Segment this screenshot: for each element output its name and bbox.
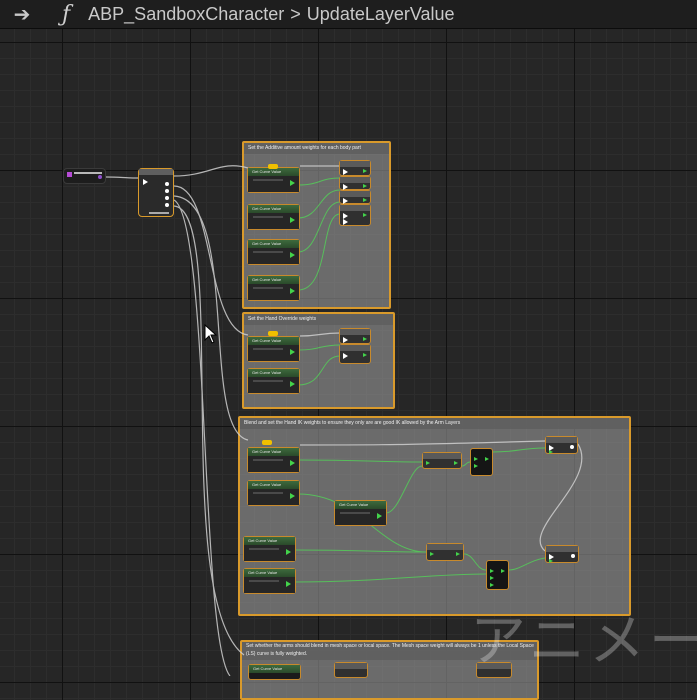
exec-wire [173,165,249,177]
breadcrumb-blueprint[interactable]: ABP_SandboxCharacter [88,4,284,25]
reroute-node[interactable] [262,440,272,445]
float-output-pin[interactable] [286,581,291,587]
set-variable-node[interactable] [339,328,371,344]
get-curve-value-node[interactable]: Get Curve Value [247,275,300,301]
float-output-pin[interactable] [290,349,295,355]
reroute-node[interactable] [268,331,278,336]
float-output-pin[interactable] [290,180,295,186]
function-icon: ƒ [62,1,71,27]
clamp-node[interactable] [486,560,509,590]
exec-out-pin[interactable] [165,196,169,200]
float-output-pin[interactable] [290,493,295,499]
watermark-text: アニメー [470,609,697,674]
float-output-pin[interactable] [286,549,291,555]
sequence-header [139,169,173,175]
multiply-node[interactable] [422,452,462,469]
exec-out-pin[interactable] [165,203,169,207]
comment-title: Blend and set the Hand IK weights to ens… [240,418,629,429]
mouse-cursor-icon [204,324,218,344]
sequence-node[interactable] [138,168,174,217]
set-variable-node[interactable] [339,204,371,226]
add-pin-label[interactable] [149,212,169,214]
breadcrumb-function[interactable]: UpdateLayerValue [307,4,455,25]
float-output-pin[interactable] [290,460,295,466]
exec-wire [173,199,231,676]
exec-out-pin[interactable] [165,182,169,186]
comment-title: Set the Additive amount weights for each… [244,143,389,154]
get-curve-value-node[interactable]: Get Curve Value [247,447,300,473]
get-curve-value-node[interactable]: Get Curve Value [247,336,300,362]
float-output-pin[interactable] [290,288,295,294]
set-variable-node[interactable] [545,436,578,454]
breadcrumb-separator-icon: > [290,3,301,24]
float-output-pin[interactable] [290,252,295,258]
variable-label [74,172,102,174]
multiply-node[interactable] [426,543,464,561]
clamp-node[interactable] [470,448,493,476]
set-variable-node[interactable] [339,160,371,176]
set-variable-node[interactable] [339,190,371,204]
exec-wire [105,176,139,179]
arrow-right-icon[interactable]: ➔ [0,3,44,26]
get-curve-value-node[interactable]: Get Curve Value [247,167,300,193]
exec-out-pin[interactable] [165,189,169,193]
get-variable-node[interactable] [63,168,106,184]
exec-wire [173,205,245,656]
get-curve-value-node[interactable]: Get Curve Value [248,664,301,680]
float-output-pin[interactable] [290,217,295,223]
get-curve-value-node[interactable]: Get Curve Value [334,500,387,526]
set-variable-node[interactable] [339,176,371,190]
set-variable-node[interactable] [545,545,579,563]
exec-wire [173,195,249,441]
exec-wire [173,185,249,336]
get-curve-value-node[interactable]: Get Curve Value [243,568,296,594]
output-pin[interactable] [98,175,102,179]
float-output-pin[interactable] [377,513,382,519]
float-output-pin[interactable] [290,381,295,387]
set-variable-node[interactable] [339,344,371,364]
variable-icon [67,172,72,177]
get-curve-value-node[interactable]: Get Curve Value [247,480,300,506]
reroute-node[interactable] [268,164,278,169]
get-curve-value-node[interactable]: Get Curve Value [247,204,300,230]
get-curve-value-node[interactable]: Get Curve Value [247,239,300,265]
get-curve-value-node[interactable]: Get Curve Value [247,368,300,394]
get-curve-value-node[interactable]: Get Curve Value [243,536,296,562]
graph-titlebar: ➔ ƒ ABP_SandboxCharacter > UpdateLayerVa… [0,0,697,29]
comment-title: Set the Hand Override weights [244,314,393,325]
exec-in-pin[interactable] [143,179,148,185]
